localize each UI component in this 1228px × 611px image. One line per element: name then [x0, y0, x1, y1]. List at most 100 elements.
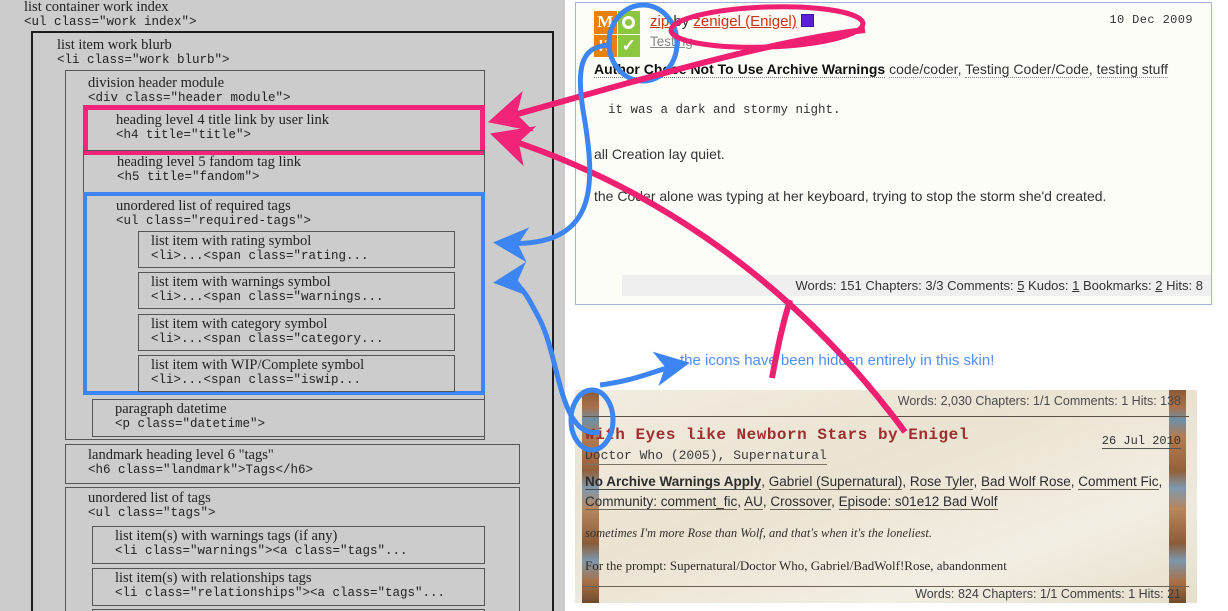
category-icon[interactable]	[617, 11, 640, 34]
divider	[583, 416, 1189, 417]
tag-item[interactable]: AU	[744, 494, 763, 511]
diagram-box-li-category: list item with category symbol <li>...<s…	[138, 314, 455, 351]
work-blurb-custom-skin: Words: 2,030 Chapters: 1/1 Comments: 1 H…	[575, 390, 1197, 603]
node-label: heading level 4 title link by user link	[116, 112, 330, 128]
stats-chapters-value: 3/3	[925, 278, 944, 293]
diagram-box-datetime: paragraph datetime <p class="datetime">	[92, 399, 485, 437]
node-text-group: heading level 4 title link by user link …	[88, 110, 480, 145]
rating-mature-icon[interactable]: M	[594, 11, 617, 34]
diagram-box-li-relationships-tags: list item(s) with relationships tags <li…	[92, 568, 485, 606]
stats-chapters-label: Chapters:	[865, 278, 922, 293]
node-label: list item with WIP/Complete symbol	[151, 357, 365, 373]
chapter-icon	[800, 14, 814, 27]
by-text: by	[673, 13, 690, 30]
stats-comments-label: Comments:	[947, 278, 1014, 293]
node-label: list item with rating symbol	[151, 233, 312, 249]
node-label: list item(s) with relationships tags	[115, 570, 312, 586]
node-label: landmark heading level 6 "tags"	[88, 447, 274, 463]
stats-bookmarks-label: Bookmarks:	[1083, 278, 1152, 293]
node-text-group: unordered list of tags <ul class="tags">	[66, 488, 519, 523]
node-label: unordered list of required tags	[116, 198, 291, 214]
node-text-group: unordered list of required tags <ul clas…	[87, 196, 481, 231]
diagram-box-li-warnings-tags: list item(s) with warnings tags (if any)…	[92, 526, 485, 564]
node-text-group: list item(s) with relationships tags <li…	[93, 569, 484, 603]
node-label: division header module	[88, 75, 225, 91]
tag-item[interactable]: Rose Tyler	[909, 474, 974, 490]
node-text-group: list item with rating symbol <li>...<spa…	[139, 232, 454, 266]
tag-item[interactable]: Comment Fic	[1078, 474, 1159, 490]
node-text-group: paragraph datetime <p class="datetime">	[93, 400, 484, 434]
diagram-box-li-rating: list item with rating symbol <li>...<spa…	[138, 231, 455, 268]
summary-paragraph: all Creation lay quiet.	[594, 146, 725, 163]
tag-item[interactable]: Crossover	[770, 494, 832, 511]
warnings-choosenotto-icon[interactable]: !?	[594, 34, 617, 57]
node-code: <li>...<span class="iswip...	[151, 373, 362, 388]
stats-kudos-value[interactable]: 1	[1072, 278, 1079, 293]
previous-work-stats-line: Words: 2,030 Chapters: 1/1 Comments: 1 H…	[897, 394, 1181, 408]
node-code: <h5 title="fandom">	[117, 170, 260, 185]
stats-words-value: 151	[840, 278, 862, 293]
author-link[interactable]: zenigel (Enigel)	[693, 13, 796, 30]
work-quote: sometimes I'm more Rose than Wolf, and t…	[585, 526, 932, 540]
work-prompt: For the prompt: Supernatural/Doctor Who,…	[585, 558, 1007, 573]
stats-words-label: Words:	[795, 278, 837, 293]
node-text-group: list item with category symbol <li>...<s…	[139, 315, 454, 349]
work-stats-line: Words: 824 Chapters: 1/1 Comments: 1 Hit…	[915, 587, 1181, 601]
warning-tag[interactable]: No Archive Warnings Apply	[585, 474, 762, 490]
tag-item[interactable]: Community: comment_fic	[585, 494, 738, 511]
stats-hits-value: 8	[1195, 278, 1203, 293]
node-label: list item(s) with warnings tags (if any)	[115, 528, 338, 544]
node-label: paragraph datetime	[115, 401, 227, 417]
screenshot-examples-column: 10 Dec 2009 M !? ✓ zip by zenigel (Enige…	[565, 0, 1228, 611]
diagram-box-landmark-h6: landmark heading level 6 "tags" <h6 clas…	[65, 444, 520, 484]
tag-item[interactable]: Gabriel (Supernatural)	[768, 474, 903, 490]
node-code: <h6 class="landmark">Tags</h6>	[88, 463, 314, 478]
work-title-line[interactable]: With Eyes like Newborn Stars by Enigel	[585, 426, 969, 444]
diagram-box-h5-fandom: heading level 5 fandom tag link <h5 titl…	[83, 150, 485, 193]
node-code: <ul class="work index">	[24, 15, 197, 30]
node-text-group: list item work blurb <li class="work blu…	[33, 33, 552, 70]
node-code: <ul class="required-tags">	[116, 214, 312, 229]
stats-bookmarks-value[interactable]: 2	[1155, 278, 1162, 293]
node-code: <li>...<span class="rating...	[151, 249, 369, 264]
node-label: heading level 5 fandom tag link	[117, 154, 302, 170]
complete-icon[interactable]: ✓	[617, 34, 640, 57]
node-text-group: list item with WIP/Complete symbol <li>.…	[139, 356, 454, 390]
node-code: <li class="relationships"><a class="tags…	[115, 586, 446, 601]
work-fandom-line: Testing	[650, 34, 1193, 49]
work-tags-line: Author Chose Not To Use Archive Warnings…	[594, 60, 1168, 78]
tag-item[interactable]: Bad Wolf Rose	[980, 474, 1071, 490]
work-fandom-line[interactable]: Doctor Who (2005), Supernatural	[585, 448, 827, 465]
tag-item[interactable]: Episode: s01e12 Bad Wolf	[838, 494, 998, 511]
node-label: list item with warnings symbol	[151, 274, 331, 290]
work-date: 26 Jul 2010	[1101, 434, 1181, 449]
node-code: <li>...<span class="category...	[151, 332, 384, 347]
html-structure-diagram: list container work index <ul class="wor…	[0, 0, 565, 611]
node-label: list item work blurb	[57, 37, 172, 53]
stats-comments-value[interactable]: 5	[1017, 278, 1024, 293]
work-blurb-default-skin: 10 Dec 2009 M !? ✓ zip by zenigel (Enige…	[575, 2, 1212, 305]
stats-hits-label: Hits:	[1166, 278, 1193, 293]
diagram-node-work-index: list container work index <ul class="wor…	[24, 0, 197, 29]
tag-item[interactable]: code/coder	[889, 60, 958, 78]
diagram-box-h4-title: heading level 4 title link by user link …	[83, 105, 485, 155]
fandom-link[interactable]: Testing	[650, 34, 693, 49]
tag-item[interactable]: Testing Coder/Code	[965, 60, 1089, 78]
node-code: <li class="warnings"><a class="tags"...	[115, 544, 408, 559]
summary-paragraph: it was a dark and stormy night.	[608, 103, 841, 118]
stats-kudos-label: Kudos:	[1028, 278, 1069, 293]
required-tags-icon-block: M !? ✓	[594, 11, 640, 57]
warning-tag[interactable]: Author Chose Not To Use Archive Warnings	[594, 60, 886, 78]
node-label: list item with category symbol	[151, 316, 328, 332]
node-code: <p class="datetime">	[115, 417, 266, 432]
work-tags-line: No Archive Warnings Apply, Gabriel (Supe…	[585, 474, 1163, 511]
tag-item[interactable]: testing stuff	[1096, 60, 1168, 78]
node-code: <h4 title="title">	[116, 128, 252, 143]
node-code: <div class="header module">	[88, 91, 291, 106]
diagram-box-li-warnings: list item with warnings symbol <li>...<s…	[138, 272, 455, 309]
node-label: unordered list of tags	[88, 490, 211, 506]
node-text-group: heading level 5 fandom tag link <h5 titl…	[84, 151, 484, 187]
work-summary: it was a dark and stormy night. all Crea…	[594, 101, 1193, 208]
work-title-link[interactable]: zip	[650, 13, 669, 30]
work-stats-line: Words: 151 Chapters: 3/3 Comments: 5 Kud…	[622, 275, 1211, 296]
